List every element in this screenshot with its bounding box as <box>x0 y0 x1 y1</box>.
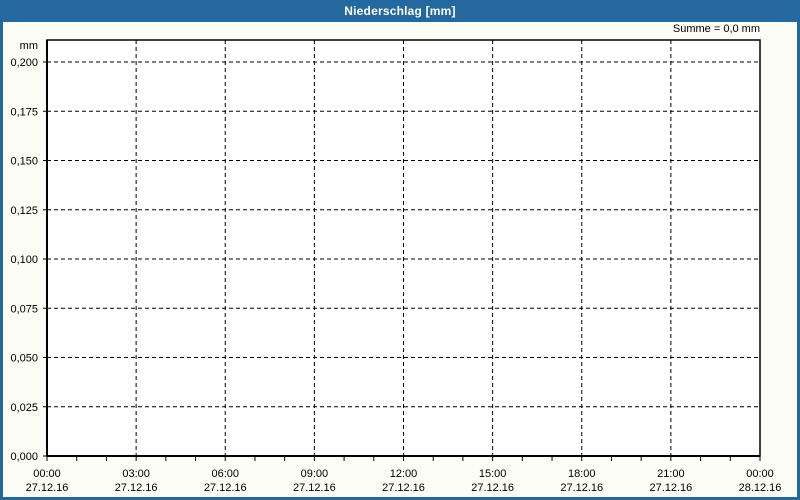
chart-window: 0,000 0,025 0,050 0,075 0,100 0,125 0,150 0,175… <box>0 0 800 500</box>
x-tick-time-label: 15:00 <box>479 468 507 480</box>
y-tick-label: 0,100 <box>10 254 38 266</box>
x-tick-date-label: 27.12.16 <box>560 482 603 494</box>
y-tick-label: 0,000 <box>10 451 38 463</box>
y-tick-label: 0,150 <box>10 156 38 168</box>
x-tick-time-label: 03:00 <box>122 468 150 480</box>
x-tick-time-label: 21:00 <box>657 468 685 480</box>
window-title: Niederschlag [mm] <box>344 4 456 18</box>
x-tick-date-label: 27.12.16 <box>204 482 247 494</box>
x-tick-date-label: 28.12.16 <box>739 482 782 494</box>
y-axis-unit-label: mm <box>20 40 38 52</box>
y-tick-label: 0,175 <box>10 106 38 118</box>
x-tick-time-label: 00:00 <box>746 468 774 480</box>
x-tick-date-label: 27.12.16 <box>649 482 692 494</box>
precipitation-chart: 0,000 0,025 0,050 0,075 0,100 0,125 0,150 0,175… <box>10 39 782 494</box>
y-tick-label: 0,050 <box>10 353 38 365</box>
y-tick-label: 0,075 <box>10 303 38 315</box>
sum-label: Summe = 0,0 mm <box>672 23 760 35</box>
x-tick-date-label: 27.12.16 <box>26 482 69 494</box>
x-tick-time-label: 18:00 <box>568 468 596 480</box>
x-tick-date-label: 27.12.16 <box>293 482 336 494</box>
y-tick-label: 0,200 <box>10 57 38 69</box>
x-tick-date-label: 27.12.16 <box>471 482 514 494</box>
y-tick-label: 0,125 <box>10 205 38 217</box>
x-tick-time-label: 12:00 <box>390 468 418 480</box>
x-tick-date-label: 27.12.16 <box>382 482 425 494</box>
x-tick-date-label: 27.12.16 <box>115 482 158 494</box>
x-tick-time-label: 09:00 <box>301 468 329 480</box>
y-tick-label: 0,025 <box>10 402 38 414</box>
x-tick-time-label: 00:00 <box>33 468 61 480</box>
window-border-left <box>0 22 3 500</box>
window-titlebar: Niederschlag [mm] <box>0 0 800 22</box>
x-tick-time-label: 06:00 <box>211 468 239 480</box>
